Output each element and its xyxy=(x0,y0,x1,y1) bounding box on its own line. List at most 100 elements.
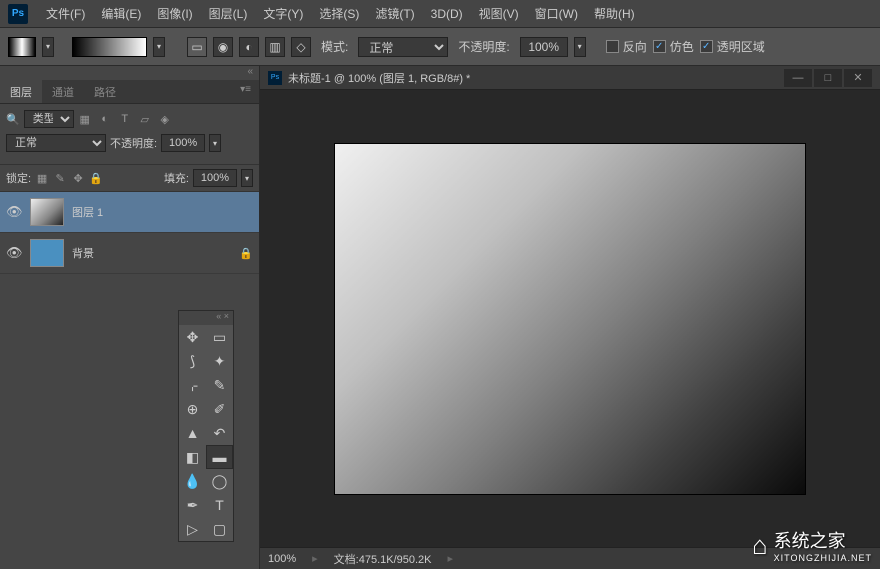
menu-type[interactable]: 文字(Y) xyxy=(255,1,311,26)
filter-kind-select[interactable]: 类型 xyxy=(24,110,74,128)
lock-position-icon[interactable]: ✥ xyxy=(71,171,85,185)
marquee-tool[interactable]: ▭ xyxy=(206,325,233,349)
filter-shape-icon[interactable]: ▱ xyxy=(138,112,152,126)
move-icon: ✥ xyxy=(187,329,199,346)
heal-tool[interactable]: ⊕ xyxy=(179,397,206,421)
document-titlebar[interactable]: Ps 未标题-1 @ 100% (图层 1, RGB/8#) * — □ ✕ xyxy=(260,66,880,90)
dodge-tool[interactable]: ◯ xyxy=(206,469,233,493)
maximize-button[interactable]: □ xyxy=(814,69,842,87)
blur-icon: 💧 xyxy=(184,473,201,490)
crop-tool[interactable]: ⌌ xyxy=(179,373,206,397)
menu-edit[interactable]: 编辑(E) xyxy=(93,1,149,26)
brush-tool[interactable]: ✐ xyxy=(206,397,233,421)
eyedropper-tool[interactable]: ✎ xyxy=(206,373,233,397)
opacity-dropdown[interactable]: ▾ xyxy=(574,37,586,57)
gradient-linear-button[interactable]: ▭ xyxy=(187,37,207,57)
path-select-tool[interactable]: ▷ xyxy=(179,517,206,541)
status-arrow-icon[interactable]: ▸ xyxy=(448,552,454,565)
menu-view[interactable]: 视图(V) xyxy=(471,1,527,26)
move-tool[interactable]: ✥ xyxy=(179,325,206,349)
house-icon: ⌂ xyxy=(752,530,768,561)
visibility-icon[interactable]: 👁 xyxy=(6,245,22,261)
close-button[interactable]: ✕ xyxy=(844,69,872,87)
blend-mode-select[interactable]: 正常 xyxy=(358,37,448,57)
opacity-input[interactable] xyxy=(520,37,568,57)
document-info[interactable]: 文档:475.1K/950.2K xyxy=(334,551,432,567)
gradient-reflected-icon: ▥ xyxy=(269,40,280,54)
menu-3d[interactable]: 3D(D) xyxy=(423,3,471,25)
toolbox-collapse[interactable]: « × xyxy=(179,311,233,325)
tab-channels[interactable]: 通道 xyxy=(42,80,84,103)
gradient-radial-button[interactable]: ◉ xyxy=(213,37,233,57)
pen-icon: ✒ xyxy=(187,497,199,514)
menu-window[interactable]: 窗口(W) xyxy=(527,1,586,26)
gradient-angle-button[interactable]: ◐ xyxy=(239,37,259,57)
menu-layer[interactable]: 图层(L) xyxy=(201,1,256,26)
lasso-tool[interactable]: ⟆ xyxy=(179,349,206,373)
eraser-tool[interactable]: ◧ xyxy=(179,445,206,469)
layer-blend-mode-select[interactable]: 正常 xyxy=(6,134,106,152)
lock-all-icon[interactable]: 🔒 xyxy=(89,171,103,185)
menu-filter[interactable]: 滤镜(T) xyxy=(367,1,422,26)
fill-dropdown[interactable]: ▾ xyxy=(241,169,253,187)
visibility-icon[interactable]: 👁 xyxy=(6,204,22,220)
canvas[interactable] xyxy=(335,144,805,494)
layer-thumbnail[interactable] xyxy=(30,198,64,226)
layer-opacity-dropdown[interactable]: ▾ xyxy=(209,134,221,152)
watermark-title: 系统之家 xyxy=(774,531,846,551)
gradient-reflected-button[interactable]: ▥ xyxy=(265,37,285,57)
dither-checkbox[interactable]: 仿色 xyxy=(653,38,694,55)
tool-preset-picker[interactable] xyxy=(8,37,36,57)
filter-pixel-icon[interactable]: ▦ xyxy=(78,112,92,126)
wand-tool[interactable]: ✦ xyxy=(206,349,233,373)
tool-preset-dropdown[interactable]: ▾ xyxy=(42,37,54,57)
transparency-checkbox[interactable]: 透明区域 xyxy=(700,38,765,55)
panel-collapse-button[interactable]: « xyxy=(0,66,259,80)
gradient-picker[interactable] xyxy=(72,37,147,57)
gradient-tool[interactable]: ▬ xyxy=(206,445,233,469)
minimize-button[interactable]: — xyxy=(784,69,812,87)
history-brush-tool[interactable]: ↶ xyxy=(206,421,233,445)
heal-icon: ⊕ xyxy=(187,401,199,418)
layer-item-1[interactable]: 👁 图层 1 xyxy=(0,192,259,233)
shape-tool[interactable]: ▢ xyxy=(206,517,233,541)
tab-paths[interactable]: 路径 xyxy=(84,80,126,103)
gradient-radial-icon: ◉ xyxy=(218,40,228,54)
marquee-icon: ▭ xyxy=(213,329,226,346)
type-tool[interactable]: T xyxy=(206,493,233,517)
wand-icon: ✦ xyxy=(214,353,226,370)
fill-label: 填充: xyxy=(164,170,189,186)
fill-input[interactable] xyxy=(193,169,237,187)
menu-image[interactable]: 图像(I) xyxy=(149,1,200,26)
gradient-diamond-icon: ◇ xyxy=(296,40,305,54)
reverse-checkbox[interactable]: 反向 xyxy=(606,38,647,55)
panel-menu-button[interactable]: ▾≡ xyxy=(232,80,259,103)
dither-label: 仿色 xyxy=(670,38,694,55)
lock-icon: 🔒 xyxy=(239,247,253,260)
gradient-dropdown[interactable]: ▾ xyxy=(153,37,165,57)
canvas-viewport[interactable] xyxy=(260,90,880,547)
zoom-level[interactable]: 100% xyxy=(268,553,296,565)
layer-name[interactable]: 图层 1 xyxy=(72,204,103,220)
filter-smart-icon[interactable]: ◈ xyxy=(158,112,172,126)
tab-layers[interactable]: 图层 xyxy=(0,80,42,103)
menu-file[interactable]: 文件(F) xyxy=(38,1,93,26)
filter-adjust-icon[interactable]: ◐ xyxy=(98,112,112,126)
mode-label: 模式: xyxy=(321,38,348,55)
lock-pixels-icon[interactable]: ✎ xyxy=(53,171,67,185)
layer-item-background[interactable]: 👁 背景 🔒 xyxy=(0,233,259,274)
brush-icon: ✐ xyxy=(214,401,226,418)
status-arrow-icon[interactable]: ▸ xyxy=(312,552,318,565)
filter-type-icon[interactable]: T xyxy=(118,112,132,126)
lock-transparency-icon[interactable]: ▦ xyxy=(35,171,49,185)
gradient-diamond-button[interactable]: ◇ xyxy=(291,37,311,57)
checkbox-icon xyxy=(606,40,619,53)
stamp-tool[interactable]: ▲ xyxy=(179,421,206,445)
layer-opacity-input[interactable] xyxy=(161,134,205,152)
menu-help[interactable]: 帮助(H) xyxy=(586,1,643,26)
pen-tool[interactable]: ✒ xyxy=(179,493,206,517)
layer-thumbnail[interactable] xyxy=(30,239,64,267)
menu-select[interactable]: 选择(S) xyxy=(311,1,367,26)
blur-tool[interactable]: 💧 xyxy=(179,469,206,493)
layer-name[interactable]: 背景 xyxy=(72,245,94,261)
